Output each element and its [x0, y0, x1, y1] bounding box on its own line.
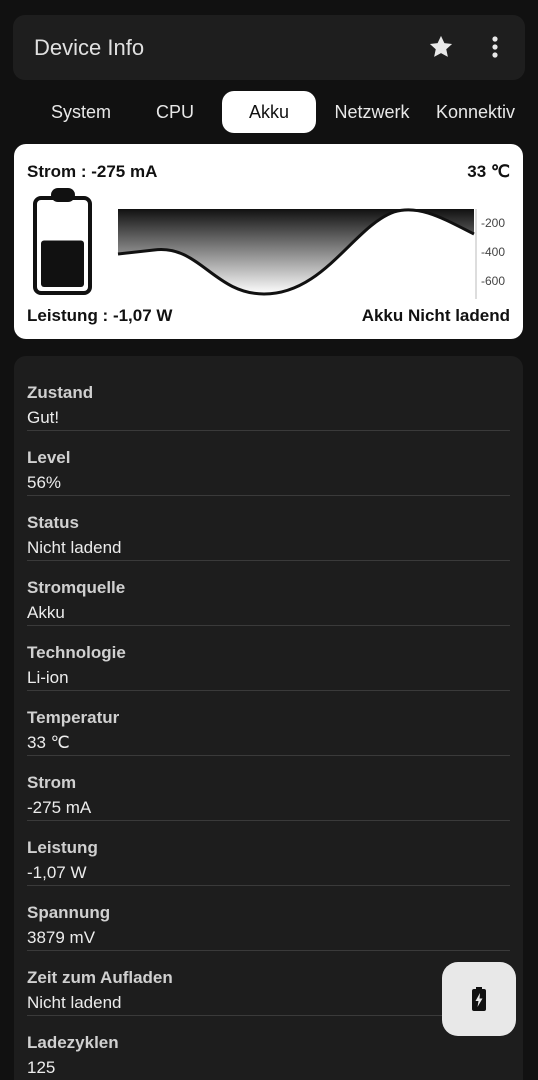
tab-netzwerk[interactable]: Netzwerk	[326, 91, 418, 133]
item-value: 33 ℃	[27, 733, 70, 752]
tab-akku[interactable]: Akku	[222, 91, 316, 133]
item-value: Nicht ladend	[27, 993, 122, 1012]
item-label: Ladezyklen	[27, 1033, 119, 1052]
tab-system[interactable]: System	[40, 91, 122, 133]
list-item-temperatur: Temperatur 33 ℃	[27, 691, 510, 756]
item-label: Leistung	[27, 838, 98, 857]
item-label: Strom	[27, 773, 77, 792]
list-item-status: Status Nicht ladend	[27, 496, 510, 561]
item-value: Li-ion	[27, 668, 69, 687]
battery-level-icon	[33, 188, 92, 295]
list-item-spannung: Spannung 3879 mV	[27, 886, 510, 951]
list-item-leistung: Leistung -1,07 W	[27, 821, 510, 886]
item-value: 56%	[27, 473, 62, 492]
tick-label: -400	[481, 245, 505, 259]
item-value: -275 mA	[27, 798, 92, 817]
app-title: Device Info	[34, 35, 145, 60]
current-graph: -200 -400 -600	[117, 208, 505, 299]
top-app-bar: Device Info	[13, 15, 525, 80]
star-icon[interactable]	[427, 33, 455, 61]
list-item-ladezyklen: Ladezyklen 125	[27, 1016, 510, 1080]
charge-state-readout: Akku Nicht ladend	[361, 306, 510, 325]
item-value: Akku	[27, 603, 65, 622]
item-label: Zeit zum Aufladen	[27, 968, 173, 987]
item-value: Nicht ladend	[27, 538, 122, 557]
item-label: Spannung	[27, 903, 111, 922]
item-label: Zustand	[27, 383, 94, 402]
power-readout: Leistung : -1,07 W	[27, 306, 173, 325]
tick-label: -600	[481, 274, 505, 288]
battery-fill	[41, 240, 84, 287]
tab-cpu[interactable]: CPU	[140, 91, 210, 133]
more-vert-icon[interactable]	[483, 33, 507, 61]
list-item-zustand: Zustand Gut!	[27, 366, 510, 431]
tick-label: -200	[481, 216, 505, 230]
item-label: Status	[27, 513, 79, 532]
item-label: Level	[27, 448, 71, 467]
tab-konnektivitaet[interactable]: Konnektiv	[436, 91, 538, 133]
item-value: Gut!	[27, 408, 60, 427]
list-item-strom: Strom -275 mA	[27, 756, 510, 821]
item-value: -1,07 W	[27, 863, 87, 882]
battery-charging-icon	[472, 987, 486, 1011]
list-item-zeit-zum-aufladen: Zeit zum Aufladen Nicht ladend	[27, 951, 510, 1016]
list-item-level: Level 56%	[27, 431, 510, 496]
temperature-readout: 33 ℃	[467, 162, 510, 181]
item-label: Stromquelle	[27, 578, 126, 597]
item-label: Technologie	[27, 643, 126, 662]
battery-fab-button[interactable]	[442, 962, 516, 1036]
list-item-stromquelle: Stromquelle Akku	[27, 561, 510, 626]
tab-bar: System CPU Akku Netzwerk Konnektiv	[0, 91, 538, 133]
item-label: Temperatur	[27, 708, 120, 727]
item-value: 125	[27, 1058, 56, 1077]
list-item-technologie: Technologie Li-ion	[27, 626, 510, 691]
item-value: 3879 mV	[27, 928, 96, 947]
current-readout: Strom : -275 mA	[27, 162, 158, 181]
battery-summary-card: Strom : -275 mA 33 ℃ -200 -400 -600 Leis…	[14, 144, 523, 339]
